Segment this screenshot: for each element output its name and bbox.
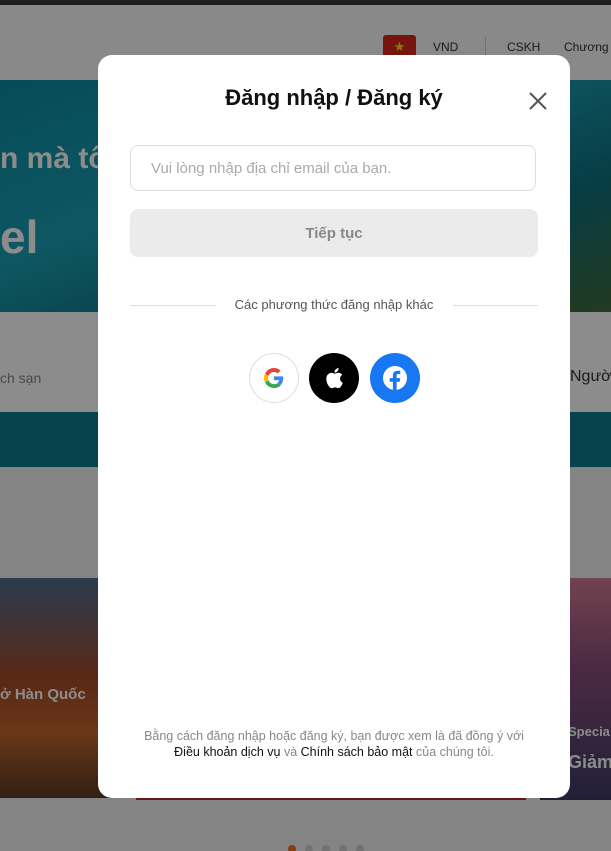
modal-title: Đăng nhập / Đăng ký: [225, 85, 443, 110]
privacy-policy-link[interactable]: Chính sách bảo mật: [301, 745, 413, 759]
facebook-icon: [383, 366, 407, 391]
continue-button[interactable]: Tiếp tục: [130, 209, 538, 257]
terms-and: và: [283, 745, 298, 759]
terms-of-service-link[interactable]: Điều khoản dịch vụ: [174, 745, 280, 759]
close-button[interactable]: [526, 89, 550, 113]
login-modal: Đăng nhập / Đăng ký Tiếp tục Các phương …: [98, 55, 570, 798]
divider-line-right: [453, 305, 538, 306]
apple-icon: [326, 367, 343, 389]
google-login-button[interactable]: [249, 353, 299, 403]
terms-notice: Bằng cách đăng nhập hoặc đăng ký, bạn đư…: [98, 728, 570, 760]
google-icon: [264, 368, 284, 388]
facebook-login-button[interactable]: [370, 353, 420, 403]
terms-suffix: của chúng tôi.: [416, 745, 494, 759]
terms-prefix: Bằng cách đăng nhập hoặc đăng ký, bạn đư…: [144, 729, 524, 743]
apple-login-button[interactable]: [309, 353, 359, 403]
close-icon: [529, 92, 547, 110]
email-input[interactable]: [130, 145, 536, 191]
